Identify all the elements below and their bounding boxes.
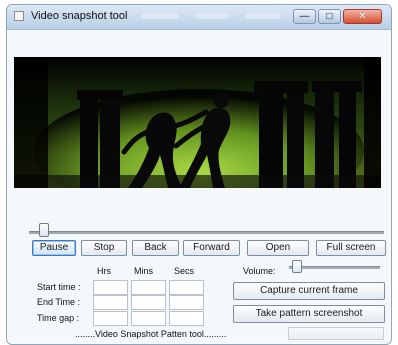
right-stone-pillar	[339, 92, 356, 188]
dancer-head-right	[213, 92, 229, 108]
title-bar: Video snapshot tool — □ ✕	[7, 5, 391, 30]
stage-floor-shadow	[14, 175, 381, 188]
start-hours-field[interactable]	[93, 280, 128, 295]
end-seconds-field[interactable]	[169, 295, 204, 310]
time-gap-label: Time gap :	[37, 313, 80, 323]
title-bar-glass-reflection	[195, 13, 229, 19]
right-shadow-band	[364, 57, 381, 188]
end-hours-field[interactable]	[93, 295, 128, 310]
open-button[interactable]: Open	[247, 240, 309, 256]
snapshot-progress-bar	[288, 327, 384, 340]
take-pattern-screenshot-button[interactable]: Take pattern screenshot	[233, 305, 385, 323]
window-title: Video snapshot tool	[31, 10, 128, 22]
title-bar-glass-reflection	[245, 13, 281, 19]
end-time-label: End Time :	[37, 297, 81, 307]
right-stone-pillar	[259, 90, 283, 188]
right-stone-beam	[312, 81, 362, 92]
pause-button[interactable]: Pause	[32, 240, 76, 256]
app-icon	[14, 11, 24, 21]
left-stone-pillar	[100, 94, 120, 188]
volume-label: Volume:	[243, 266, 276, 276]
right-stone-pillar	[315, 87, 334, 188]
minimize-button[interactable]: —	[293, 9, 316, 24]
video-position-track[interactable]	[29, 231, 384, 234]
end-minutes-field[interactable]	[131, 295, 166, 310]
video-frame-image	[14, 57, 381, 188]
right-stone-beam	[254, 81, 308, 93]
seconds-column-label: Secs	[174, 266, 195, 276]
minutes-column-label: Mins	[134, 266, 154, 276]
capture-current-frame-button[interactable]: Capture current frame	[233, 282, 385, 300]
stop-button[interactable]: Stop	[81, 240, 127, 256]
start-minutes-field[interactable]	[131, 280, 166, 295]
video-position-thumb[interactable]	[39, 223, 50, 237]
video-preview[interactable]	[14, 57, 381, 188]
gap-minutes-field[interactable]	[131, 311, 166, 326]
close-button[interactable]: ✕	[343, 9, 382, 24]
back-button[interactable]: Back	[132, 240, 179, 256]
start-time-label: Start time :	[37, 282, 81, 292]
volume-slider-track[interactable]	[289, 266, 380, 269]
left-shadow-band	[14, 57, 48, 188]
gap-hours-field[interactable]	[93, 311, 128, 326]
forward-button[interactable]: Forward	[183, 240, 240, 256]
gap-seconds-field[interactable]	[169, 311, 204, 326]
left-stone-pillar	[80, 97, 98, 188]
title-bar-glass-reflection	[141, 13, 179, 19]
volume-slider-thumb[interactable]	[292, 260, 303, 273]
right-stone-pillar	[287, 93, 304, 188]
footer-status-text: ........Video Snapshot Patten tool......…	[75, 329, 227, 339]
hours-column-label: Hrs	[97, 266, 111, 276]
full-screen-button[interactable]: Full screen	[316, 240, 386, 256]
start-seconds-field[interactable]	[169, 280, 204, 295]
maximize-button[interactable]: □	[318, 9, 341, 24]
left-stone-beam	[77, 90, 123, 100]
